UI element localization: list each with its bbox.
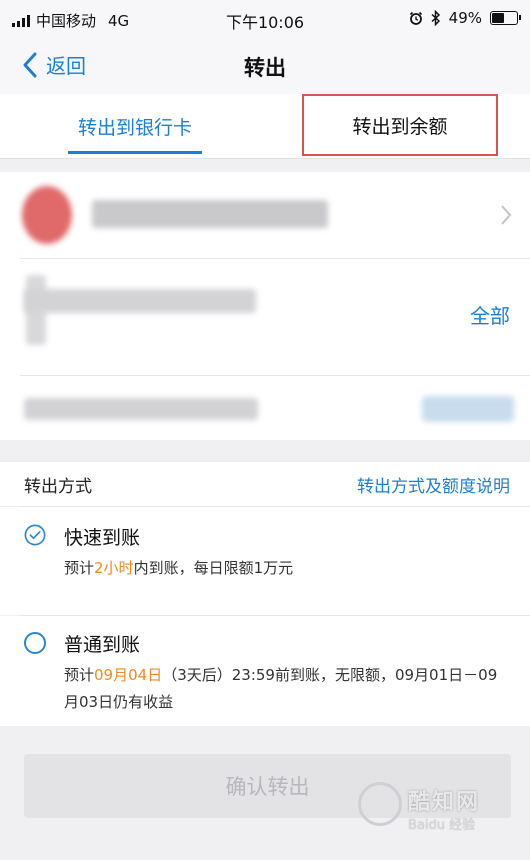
- check-circle-icon[interactable]: [24, 524, 46, 546]
- transfer-method-header: 转出方式 转出方式及额度说明: [0, 462, 530, 506]
- balance-value-blurred: [422, 396, 514, 422]
- available-balance-blurred: [24, 398, 258, 420]
- alarm-icon: [409, 11, 422, 25]
- desc-prefix: 预计: [64, 559, 95, 577]
- divider: [20, 375, 530, 376]
- chevron-right-icon: [501, 205, 512, 225]
- status-right: 49%: [409, 9, 521, 27]
- transfer-all-link[interactable]: 全部: [470, 300, 510, 329]
- watermark: 酷知网 Baidu 经验: [350, 778, 526, 844]
- option-normal-arrival[interactable]: 普通到账 预计09月04日（3天后）23:59前到账，无限额，09月01日－09…: [0, 616, 530, 726]
- battery-icon: [490, 11, 521, 25]
- option-fast-arrival[interactable]: 快速到账 预计2小时内到账，每日限额1万元: [0, 507, 530, 615]
- desc-prefix: 预计: [64, 666, 95, 684]
- bank-logo: [22, 186, 72, 244]
- method-info-link[interactable]: 转出方式及额度说明: [357, 472, 510, 497]
- watermark-subtext: Baidu 经验: [408, 818, 476, 833]
- desc-suffix: 内到账，每日限额1万元: [133, 559, 294, 577]
- option-description: 预计2小时内到账，每日限额1万元: [64, 555, 504, 582]
- bank-card-selector[interactable]: [0, 172, 530, 258]
- amount-field-blurred: [24, 289, 256, 313]
- transfer-tabs: 转出到银行卡 转出到余额: [0, 94, 530, 159]
- watermark-text: 酷知网: [408, 790, 481, 815]
- account-amount-card: 全部: [0, 172, 530, 440]
- desc-highlight: 09月04日: [94, 666, 163, 684]
- battery-percent: 49%: [448, 9, 482, 27]
- watermark-logo-icon: [358, 782, 402, 826]
- tab-to-bank-card[interactable]: 转出到银行卡: [40, 94, 230, 158]
- page-title: 转出: [244, 56, 286, 80]
- option-title: 快速到账: [64, 527, 141, 549]
- tab-to-balance[interactable]: 转出到余额: [302, 94, 498, 156]
- status-bar: 中国移动 4G 下午10:06 49%: [0, 0, 530, 38]
- tab-label: 转出到余额: [352, 115, 448, 138]
- bank-card-info-blurred: [92, 200, 328, 228]
- bluetooth-icon: [431, 10, 440, 26]
- transfer-method-label: 转出方式: [24, 477, 92, 497]
- radio-unchecked-icon[interactable]: [24, 632, 46, 654]
- active-tab-indicator: [68, 151, 202, 154]
- nav-bar: 返回 转出: [0, 38, 530, 95]
- desc-highlight: 2小时: [94, 559, 134, 577]
- amount-input-row[interactable]: [0, 259, 530, 375]
- option-description: 预计09月04日（3天后）23:59前到账，无限额，09月01日－09月03日仍…: [64, 662, 504, 716]
- tab-label: 转出到银行卡: [77, 116, 192, 139]
- option-title: 普通到账: [64, 634, 141, 656]
